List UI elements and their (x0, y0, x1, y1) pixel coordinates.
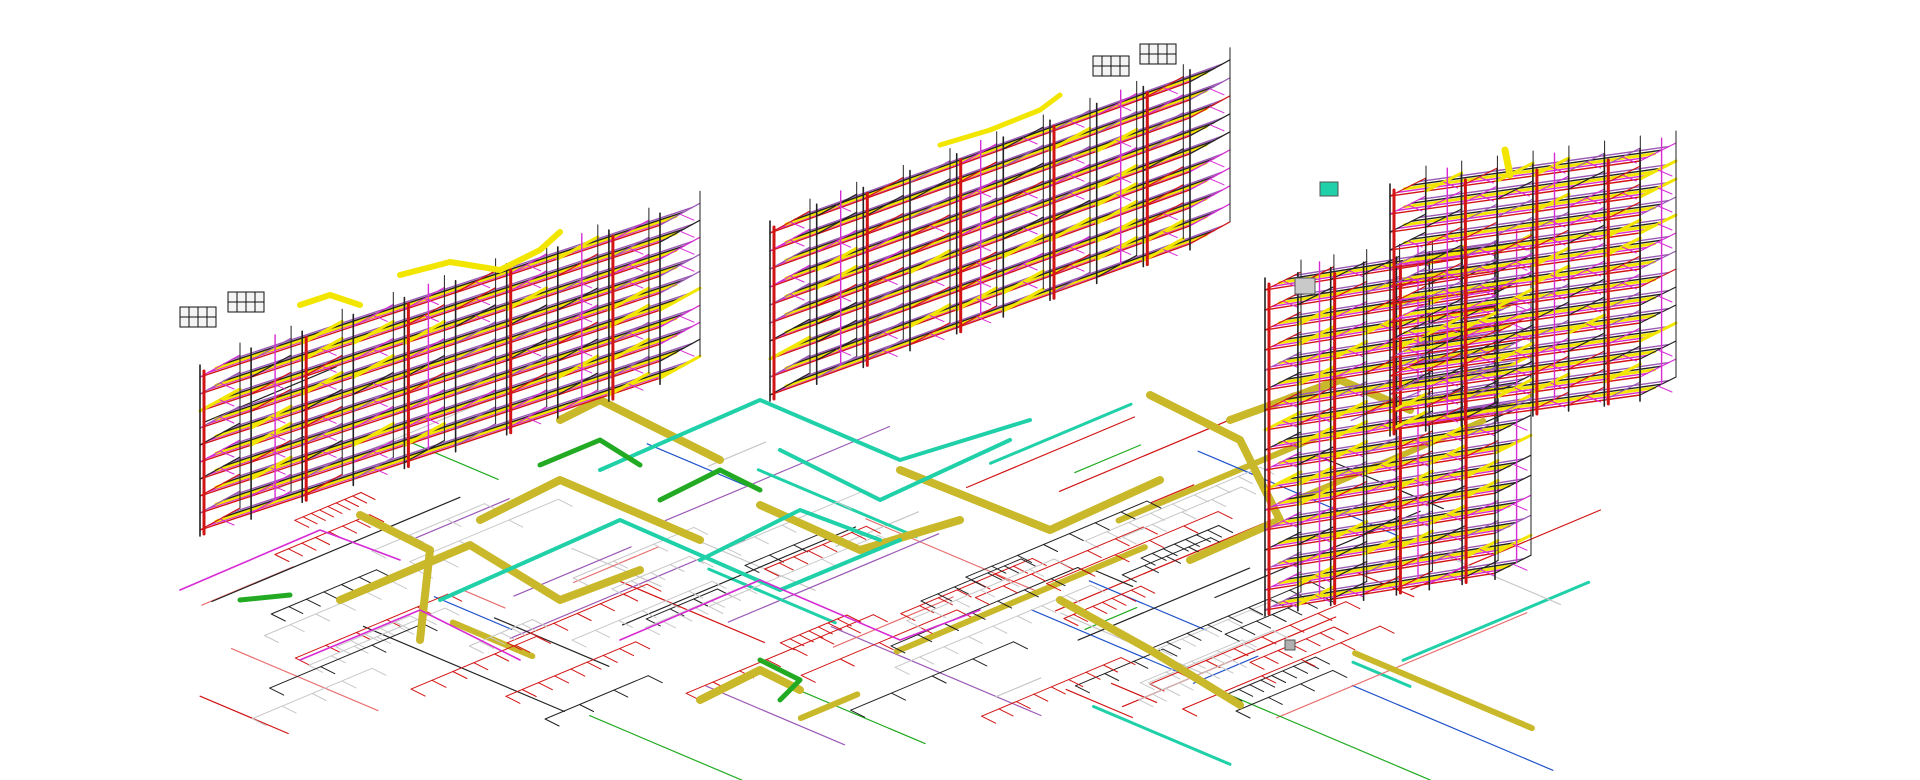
chiller-icon (1294, 277, 1316, 295)
rooftop-unit-icon (179, 306, 217, 328)
valve-icon (1284, 639, 1296, 651)
model-viewport[interactable] (0, 0, 1920, 780)
roof-duct (1501, 146, 1514, 179)
rooftop-unit-icon (1139, 43, 1177, 65)
rooftop-unit-icon (1092, 55, 1130, 77)
rooftop-unit-icon (227, 291, 265, 313)
isometric-mep-model (0, 0, 1920, 780)
pump-icon (1319, 181, 1339, 197)
